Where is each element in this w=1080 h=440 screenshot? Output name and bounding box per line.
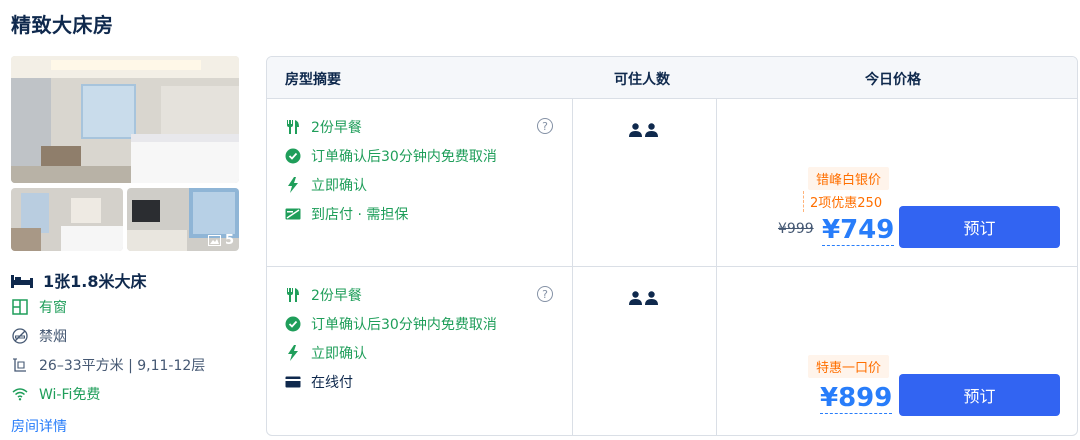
- photo-count: 5: [224, 233, 234, 248]
- cutlery-icon: [287, 288, 299, 302]
- cancel-label: 订单确认后30分钟内免费取消: [311, 317, 497, 333]
- credit-card-icon: [285, 376, 301, 388]
- room-title: 精致大床房: [11, 13, 114, 37]
- payment-label: 到店付 · 需担保: [311, 207, 409, 223]
- bed-icon: [11, 275, 33, 288]
- room-photo-thumb[interactable]: [11, 188, 123, 251]
- person-icon: [629, 123, 642, 137]
- confirm-label: 立即确认: [311, 346, 367, 362]
- guests-indicator: [629, 291, 658, 305]
- check-circle-icon: [285, 316, 301, 332]
- confirm-policy: 立即确认: [285, 343, 367, 363]
- confirm-label: 立即确认: [311, 178, 367, 194]
- payment-label: 在线付: [311, 375, 353, 391]
- check-circle-icon: [285, 148, 301, 164]
- header-occupancy: 可住人数: [614, 72, 670, 88]
- breakfast-label: 2份早餐: [311, 288, 362, 304]
- rate-row: 2份早餐 ? 订单确认后30分钟内免费取消 立即确认 到店付 · 需担保 错峰白…: [267, 99, 1077, 266]
- card-guarantee-icon: [285, 208, 301, 220]
- person-icon: [629, 291, 642, 305]
- wifi-label: Wi-Fi免费: [39, 387, 101, 403]
- window-label: 有窗: [39, 300, 67, 316]
- promo-tag: 特惠一口价: [808, 355, 890, 378]
- breakfast-label: 2份早餐: [311, 120, 362, 136]
- room-details-link[interactable]: 房间详情: [11, 416, 67, 436]
- book-button[interactable]: 预订: [899, 206, 1060, 248]
- current-price[interactable]: ¥749: [822, 215, 895, 246]
- wifi-feature: Wi-Fi免费: [11, 384, 100, 404]
- lightning-icon: [288, 177, 298, 193]
- rate-table: 房型摘要 可住人数 今日价格 2份早餐 ? 订单确认后30分钟内免费取消 立即确…: [266, 56, 1078, 436]
- cancel-label: 订单确认后30分钟内免费取消: [311, 149, 497, 165]
- area-feature: 26–33平方米 | 9,11-12层: [11, 355, 205, 375]
- image-icon: [207, 235, 221, 246]
- confirm-policy: 立即确认: [285, 175, 367, 195]
- cancel-policy: 订单确认后30分钟内免费取消: [285, 146, 497, 166]
- area-label: 26–33平方米 | 9,11-12层: [39, 358, 206, 374]
- table-header: 房型摘要 可住人数 今日价格: [267, 57, 1077, 99]
- photo-count-badge: 5: [207, 233, 234, 248]
- smoking-feature: 禁烟: [11, 326, 67, 346]
- bed-info: 1张1.8米大床: [11, 268, 146, 292]
- person-icon: [645, 123, 658, 137]
- original-price: ¥999: [778, 221, 814, 237]
- person-icon: [645, 291, 658, 305]
- promo-tag: 错峰白银价: [808, 167, 890, 190]
- header-price: 今日价格: [865, 72, 921, 88]
- breakfast-policy: 2份早餐: [285, 117, 362, 137]
- rate-row: 2份早餐 ? 订单确认后30分钟内免费取消 立即确认 在线付 特惠一口价 ¥89…: [267, 267, 1077, 434]
- current-price[interactable]: ¥899: [820, 383, 893, 414]
- help-icon[interactable]: ?: [537, 286, 553, 302]
- room-photo-main[interactable]: [11, 56, 239, 183]
- lightning-icon: [288, 345, 298, 361]
- no-smoking-icon: [12, 328, 28, 344]
- cutlery-icon: [287, 120, 299, 134]
- payment-policy: 在线付: [285, 372, 353, 392]
- help-icon[interactable]: ?: [537, 118, 553, 134]
- cancel-policy: 订单确认后30分钟内免费取消: [285, 314, 497, 334]
- header-summary: 房型摘要: [285, 72, 341, 88]
- book-button[interactable]: 预订: [899, 374, 1060, 416]
- payment-policy: 到店付 · 需担保: [285, 204, 408, 224]
- breakfast-policy: 2份早餐: [285, 285, 362, 305]
- wifi-icon: [12, 388, 28, 401]
- area-icon: [13, 358, 26, 372]
- window-icon: [12, 299, 28, 315]
- smoking-label: 禁烟: [39, 329, 67, 345]
- promo-discount: 2项优惠250: [803, 191, 888, 212]
- room-photo-thumb[interactable]: 5: [127, 188, 239, 251]
- guests-indicator: [629, 123, 658, 137]
- bed-text: 1张1.8米大床: [43, 272, 147, 291]
- window-feature: 有窗: [11, 297, 67, 317]
